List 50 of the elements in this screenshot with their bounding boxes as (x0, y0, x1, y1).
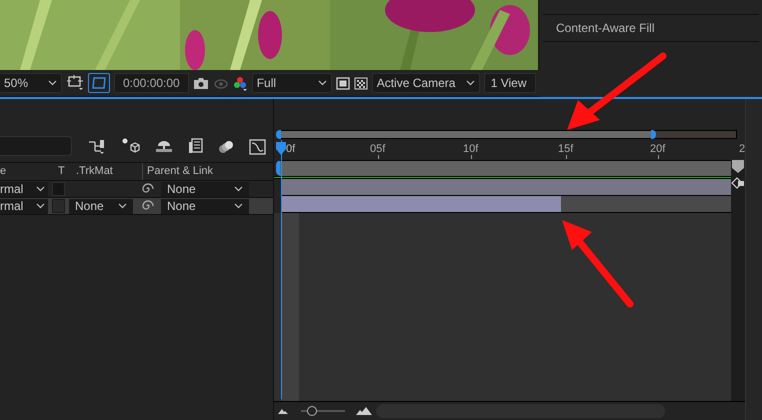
chevron-icon (234, 186, 243, 192)
view-layout-dropdown[interactable]: 1 View (484, 73, 536, 93)
camera-dropdown[interactable]: Active Camera (372, 73, 480, 93)
parent-dropdown[interactable]: None (161, 182, 249, 196)
color-channels-icon[interactable] (232, 76, 248, 90)
work-area-bar[interactable] (276, 130, 653, 139)
resolution-dropdown[interactable]: Full (252, 73, 332, 93)
ruler-label: 10f (463, 142, 478, 157)
mode-dropdown[interactable]: rmal (0, 182, 48, 196)
column-header: T (57, 164, 65, 180)
region-icon[interactable] (66, 74, 84, 92)
zoom-in-icon[interactable] (356, 407, 372, 415)
parent-dropdown[interactable]: None (161, 198, 249, 214)
chevron-icon (318, 80, 327, 86)
zoom-out-icon[interactable] (278, 408, 288, 414)
zoom-dropdown[interactable]: 50% (0, 73, 62, 93)
work-area-start-handle[interactable] (276, 130, 281, 139)
transparency-grid-icon[interactable] (354, 76, 368, 90)
column-header: e (0, 164, 6, 180)
ruler-label: 2 (739, 142, 746, 157)
chevron-icon (466, 80, 475, 86)
cube-icon[interactable] (121, 137, 140, 155)
mode-dropdown[interactable]: rmal (0, 198, 48, 214)
hierarchy-icon[interactable] (88, 138, 106, 154)
zoom-slider-thumb[interactable] (307, 406, 317, 416)
track-matte-dropdown[interactable]: None (69, 198, 133, 214)
chevron-icon (48, 80, 57, 86)
layer-bar[interactable] (281, 179, 731, 196)
graph-editor-icon[interactable] (249, 138, 266, 154)
comp-button-icon[interactable] (731, 177, 745, 190)
ruler-label: 15f (558, 142, 574, 157)
column-header: .TrkMat (75, 164, 113, 180)
chevron-icon (234, 203, 243, 209)
column-header: Parent & Link (142, 163, 214, 180)
frame-icon[interactable] (336, 76, 350, 90)
search-field[interactable] (0, 136, 72, 156)
ruler-label: 20f (650, 142, 666, 157)
chevron-icon (36, 203, 45, 209)
draft-icon[interactable] (155, 139, 173, 153)
timecode-field[interactable]: 0:00:00:00 (114, 73, 189, 93)
mask-toggle[interactable] (88, 73, 110, 93)
ruler-label: 05f (370, 142, 386, 157)
chevron-icon (118, 203, 127, 209)
panel-item[interactable]: Content-Aware Fill (543, 14, 759, 42)
motion-blur-icon[interactable] (218, 138, 234, 154)
camera-icon[interactable] (192, 76, 209, 90)
film-frames-icon[interactable] (188, 138, 203, 154)
ruler-label: 0f (286, 142, 296, 157)
mask-icon (91, 76, 107, 90)
chevron-icon (36, 186, 45, 192)
